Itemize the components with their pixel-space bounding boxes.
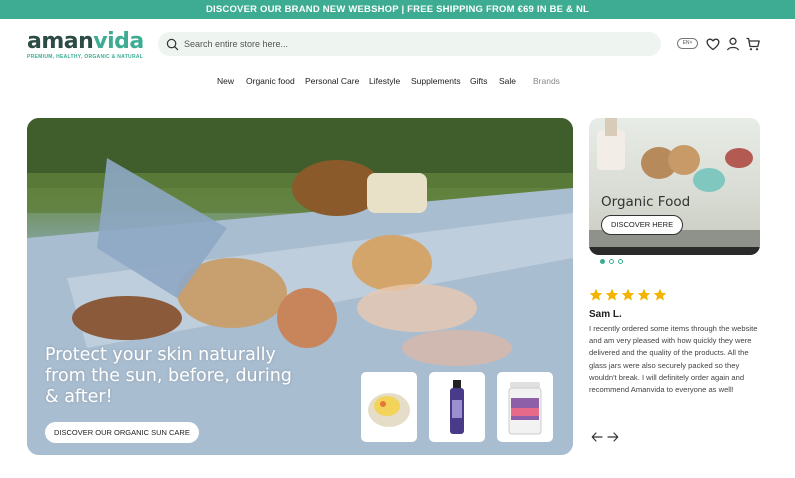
nav-item-supplements[interactable]: Supplements bbox=[411, 76, 461, 86]
logo-part-2: vida bbox=[93, 29, 144, 54]
nav-item-gifts[interactable]: Gifts bbox=[470, 76, 487, 86]
announcement-bar: DISCOVER OUR BRAND NEW WEBSHOP | FREE SH… bbox=[0, 0, 795, 19]
carousel-dot-1[interactable] bbox=[600, 259, 605, 264]
product-thumb-supplement[interactable] bbox=[497, 372, 553, 442]
logo-part-1: aman bbox=[27, 29, 94, 54]
user-icon[interactable] bbox=[725, 36, 741, 52]
cart-icon[interactable] bbox=[745, 36, 761, 52]
brand-logo[interactable]: amanvida PREMIUM, HEALTHY, ORGANIC & NAT… bbox=[27, 31, 144, 61]
product-thumb-sun-oil[interactable] bbox=[429, 372, 485, 442]
star-icon bbox=[637, 288, 651, 301]
side-card-button[interactable]: DISCOVER HERE bbox=[601, 215, 684, 235]
star-icon bbox=[621, 288, 635, 301]
logo-wordmark: amanvida bbox=[27, 31, 144, 53]
carousel-dot-3[interactable] bbox=[618, 259, 623, 264]
review-text: I recently ordered some items through th… bbox=[589, 324, 758, 395]
nav-item-lifestyle[interactable]: Lifestyle bbox=[369, 76, 400, 86]
nav-item-organic-food[interactable]: Organic food bbox=[246, 76, 295, 86]
nav-item-brands[interactable]: Brands bbox=[533, 76, 560, 86]
language-label: EN bbox=[682, 40, 690, 46]
hero-cta-button[interactable]: DISCOVER OUR ORGANIC SUN CARE bbox=[45, 422, 199, 443]
logo-tagline: PREMIUM, HEALTHY, ORGANIC & NATURAL bbox=[27, 54, 144, 60]
star-icon bbox=[653, 288, 667, 301]
product-thumb-sun-balm[interactable] bbox=[361, 372, 417, 442]
reviewer-name: Sam L. bbox=[589, 309, 622, 320]
heart-icon[interactable] bbox=[705, 36, 721, 52]
search-icon bbox=[166, 38, 179, 50]
arrow-left-icon[interactable] bbox=[591, 431, 603, 443]
side-card-title: Organic Food bbox=[601, 194, 691, 210]
nav-item-sale[interactable]: Sale bbox=[499, 76, 516, 86]
carousel-dot-2[interactable] bbox=[609, 259, 614, 264]
sun-oil-bottle-icon bbox=[450, 380, 464, 434]
language-selector[interactable]: EN˅ bbox=[677, 38, 698, 49]
side-promo-card[interactable]: Organic Food DISCOVER HERE bbox=[589, 118, 760, 255]
star-icon bbox=[589, 288, 603, 301]
supplement-tub-icon bbox=[508, 382, 542, 435]
star-icon bbox=[605, 288, 619, 301]
hero-banner[interactable]: Protect your skin naturally from the sun… bbox=[27, 118, 573, 455]
sun-balm-tin-icon bbox=[368, 393, 410, 427]
side-card-base bbox=[589, 247, 760, 255]
search-bar[interactable] bbox=[158, 32, 661, 56]
nav-item-personal-care[interactable]: Personal Care bbox=[305, 76, 359, 86]
arrow-right-icon[interactable] bbox=[607, 431, 619, 443]
nav-item-new[interactable]: New bbox=[217, 76, 234, 86]
search-input[interactable] bbox=[184, 39, 644, 49]
hero-title: Protect your skin naturally from the sun… bbox=[45, 345, 292, 407]
main-navigation: New Organic food Personal Care Lifestyle… bbox=[0, 76, 795, 88]
